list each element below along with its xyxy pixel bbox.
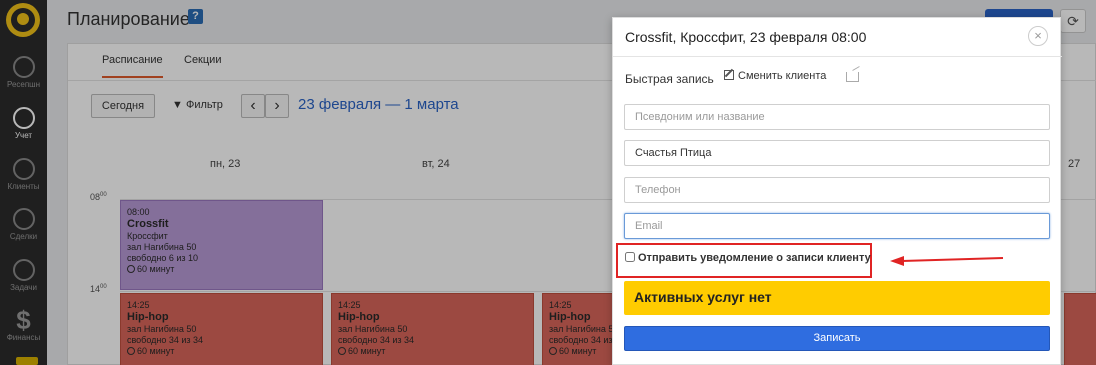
change-client-link[interactable]: Сменить клиента (724, 70, 826, 82)
client-name-input[interactable] (624, 140, 1050, 166)
booking-modal: Crossfit, Кроссфит, 23 февраля 08:00 × Б… (612, 17, 1062, 365)
notify-checkbox[interactable] (625, 252, 635, 262)
share-icon[interactable] (846, 72, 859, 82)
alias-input[interactable] (624, 104, 1050, 130)
close-icon[interactable]: × (1028, 26, 1048, 46)
quick-record-label: Быстрая запись (625, 72, 714, 86)
no-services-banner: Активных услуг нет (624, 281, 1050, 315)
phone-input[interactable] (624, 177, 1050, 203)
modal-title: Crossfit, Кроссфит, 23 февраля 08:00 (625, 29, 867, 45)
submit-button[interactable]: Записать (624, 326, 1050, 351)
annotation-arrow-icon (890, 256, 1004, 266)
modal-divider (613, 56, 1062, 57)
edit-icon (724, 70, 734, 80)
notify-client-checkbox[interactable]: Отправить уведомление о записи клиенту (625, 252, 871, 264)
email-input[interactable] (624, 213, 1050, 239)
